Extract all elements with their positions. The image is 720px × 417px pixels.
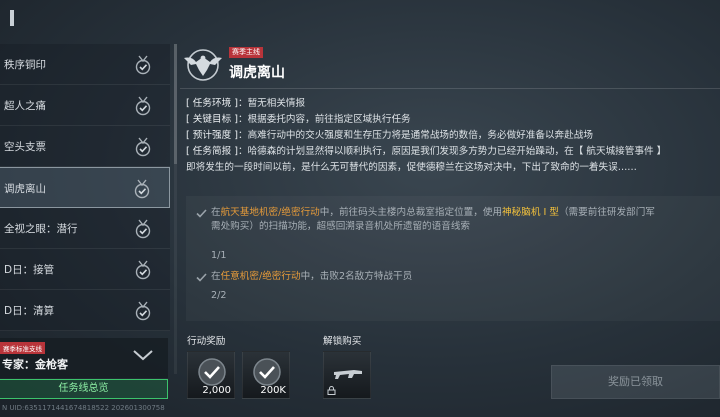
- check-icon: [196, 273, 207, 282]
- check-medal-icon: [135, 219, 151, 239]
- unlock-card[interactable]: [323, 351, 371, 399]
- objective-item: 神秘脑机 I 型: [502, 207, 559, 218]
- expert-name: 专家：金枪客: [2, 358, 68, 371]
- objective-text: 需处购买）的扫描功能，超感回溯录音机处所遗留的语音线索: [211, 221, 471, 232]
- quest-item-4[interactable]: 全视之眼：潜行: [0, 208, 170, 249]
- divider: [180, 88, 720, 89]
- env-line: [ 任务环境 ]：暂无相关情报: [186, 96, 716, 112]
- reward-card-0[interactable]: 2,000: [187, 351, 235, 399]
- brief-label: [ 任务简报 ]：: [186, 146, 248, 157]
- quest-item-label: D日：接管: [4, 264, 55, 276]
- reward-amount: 2,000: [202, 385, 231, 396]
- chevron-down-icon[interactable]: [132, 348, 154, 362]
- quest-item-3[interactable]: 调虎离山: [0, 167, 170, 208]
- quest-item-label: 秩序铜印: [4, 59, 46, 71]
- rewards-label: 行动奖励: [187, 336, 226, 347]
- quest-item-1[interactable]: 超人之痛: [0, 85, 170, 126]
- brief-text-1: 哈德森的计划显然得以顺利执行，原因是我们发现多方势力已经开始躁动，在【 航天城接…: [247, 146, 667, 157]
- quest-item-label: 调虎离山: [4, 183, 46, 195]
- unlock-label: 解锁购买: [323, 336, 362, 347]
- reward-claimed-button[interactable]: 奖励已领取: [551, 365, 720, 399]
- quest-list-scrollbar[interactable]: [174, 44, 177, 374]
- eagle-emblem-icon: [184, 49, 222, 81]
- intensity-value: 高难行动中的交火强度和生存压力将是通常战场的数倍，务必做好准备以奔赴战场: [247, 130, 593, 141]
- quest-list: 秩序铜印 超人之痛 空头支票 调虎离山 全视之眼：潜行 D日：接管 D日：清算: [0, 44, 170, 331]
- quest-item-0[interactable]: 秩序铜印: [0, 44, 170, 85]
- quest-item-2[interactable]: 空头支票: [0, 126, 170, 167]
- mission-title: 调虎离山: [229, 65, 285, 81]
- mission-info: [ 任务环境 ]：暂无相关情报 [ 关键目标 ]：根据委托内容，前往指定区域执行…: [186, 96, 716, 176]
- objective-text: （需要前往研发部门军: [558, 207, 655, 218]
- intensity-line: [ 预计强度 ]：高难行动中的交火强度和生存压力将是通常战场的数倍，务必做好准备…: [186, 128, 716, 144]
- check-medal-icon: [135, 137, 151, 157]
- objective-progress: 2/2: [211, 290, 227, 301]
- objective-text: 中，击败2名敌方特战干员: [300, 271, 413, 282]
- objective-text: 中，前往码头主楼内总裁室指定位置，使用: [319, 207, 503, 218]
- lock-icon: [327, 386, 336, 395]
- objective-text: 在: [211, 271, 221, 282]
- footer-uid: N UID:6351171441674818522 2026013007​58: [2, 404, 165, 412]
- objectives-panel: 在航天基地机密/绝密行动中，前往码头主楼内总裁室指定位置，使用神秘脑机 I 型（…: [186, 196, 720, 321]
- quest-overview-button[interactable]: 任务线总览: [0, 379, 168, 399]
- quest-item-label: 空头支票: [4, 141, 46, 153]
- goal-label: [ 关键目标 ]：: [186, 114, 248, 125]
- expert-selector[interactable]: 赛季标准支线 专家：金枪客: [0, 338, 168, 378]
- check-icon: [196, 209, 207, 218]
- rifle-icon: [334, 370, 362, 379]
- coin-check-icon: [198, 358, 226, 386]
- check-medal-icon: [135, 55, 151, 75]
- reward-amount: 200K: [260, 385, 286, 396]
- objective-location: 航天基地机密/绝密行动: [220, 207, 320, 218]
- quest-item-label: D日：清算: [4, 305, 55, 317]
- check-medal-icon: [135, 301, 151, 321]
- check-medal-icon: [135, 96, 151, 116]
- brief-line-2: 即将发生的一段时间以前，是什么无可替代的因素，促使德穆兰在这场对决中，下出了致命…: [186, 162, 637, 173]
- quest-item-5[interactable]: D日：接管: [0, 249, 170, 290]
- brief-line: [ 任务简报 ]：哈德森的计划显然得以顺利执行，原因是我们发现多方势力已经开始躁…: [186, 144, 716, 160]
- env-value: 暂无相关情报: [247, 98, 306, 109]
- goal-line: [ 关键目标 ]：根据委托内容，前往指定区域执行任务: [186, 112, 716, 128]
- coin-check-icon: [253, 358, 281, 386]
- expert-tag: 赛季标准支线: [0, 342, 45, 354]
- quest-item-6[interactable]: D日：清算: [0, 290, 170, 331]
- intensity-label: [ 预计强度 ]：: [186, 130, 248, 141]
- quest-item-label: 超人之痛: [4, 100, 46, 112]
- objective-location: 任意机密/绝密行动: [220, 271, 301, 282]
- objective-text: 在: [211, 207, 221, 218]
- season-main-tag: 赛季主线: [229, 47, 263, 58]
- goal-value: 根据委托内容，前往指定区域执行任务: [247, 114, 411, 125]
- back-icon[interactable]: [0, 6, 18, 28]
- check-medal-icon: [135, 260, 151, 280]
- quest-item-label: 全视之眼：潜行: [4, 223, 78, 235]
- objective-progress: 1/1: [211, 250, 227, 261]
- reward-card-1[interactable]: 200K: [242, 351, 290, 399]
- env-label: [ 任务环境 ]：: [186, 98, 248, 109]
- check-medal-icon: [134, 179, 150, 199]
